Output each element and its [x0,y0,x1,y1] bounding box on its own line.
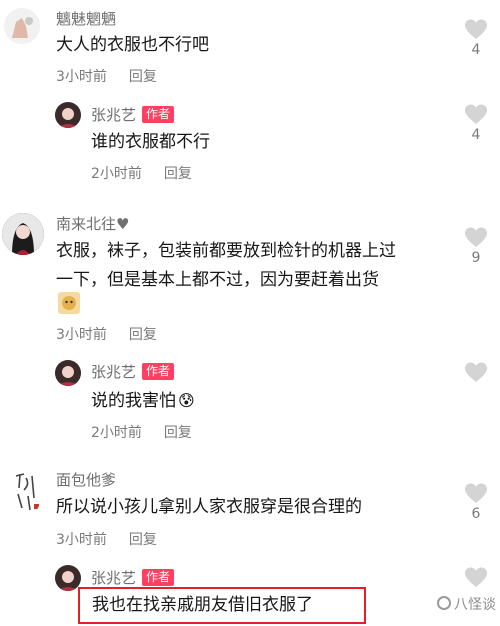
reply-button[interactable]: 回复 [164,425,192,441]
comment-text: 我也在找亲戚朋友借旧衣服了 [92,595,313,615]
sticker-image [58,292,80,314]
like-count: 9 [471,250,481,266]
comment-meta: 2小时前 回复 [91,163,192,183]
like-button[interactable]: 4 [460,18,492,60]
comment-text-content: 说的我害怕 [91,391,176,411]
author-badge: 作者 [142,106,175,123]
avatar[interactable] [55,360,81,386]
reply-button[interactable]: 回复 [164,166,192,182]
comment-time: 3小时前 [56,69,107,85]
comment-username[interactable]: 南来北往♥ [56,213,129,234]
comment-username: 张兆艺 作者 [91,104,175,125]
like-button[interactable]: 9 [460,226,492,268]
heart-icon [465,362,487,382]
like-count: 4 [471,127,481,143]
watermark-text: 八怪谈 [454,597,496,613]
heart-icon [465,104,487,124]
like-count [460,385,492,403]
author-badge: 作者 [142,569,175,586]
avatar[interactable] [10,468,42,516]
comment-time: 2小时前 [91,166,142,182]
watermark-icon [437,596,451,610]
comment-time: 2小时前 [91,425,142,441]
comment-username[interactable]: 面包他爹 [56,469,116,490]
comment-time: 3小时前 [56,532,107,548]
watermark: 八怪谈 [437,594,496,614]
like-button[interactable] [460,361,492,403]
like-count: 6 [471,506,481,522]
comment-text-line: 衣服，袜子，包装前都要放到检针的机器上过 [56,241,396,261]
like-button[interactable]: 6 [460,482,492,524]
comment-username[interactable]: 魑魅魍魉 [56,8,116,29]
comment-username: 张兆艺 作者 [91,361,175,382]
comment-text: 大人的衣服也不行吧 [56,35,209,55]
heart-icon [465,567,487,587]
heart-icon [465,483,487,503]
like-count: 4 [471,42,481,58]
comment-text: 所以说小孩儿拿别人家衣服穿是很合理的 [56,497,362,517]
comment-username: 张兆艺 作者 [91,567,175,588]
avatar[interactable] [2,213,44,255]
heart-icon [465,227,487,247]
reply-button[interactable]: 回复 [129,69,157,85]
highlighted-reply-box: 我也在找亲戚朋友借旧衣服了 [78,587,366,624]
comment-meta: 3小时前 回复 [56,66,157,86]
like-button[interactable]: 4 [460,103,492,145]
author-badge: 作者 [142,363,175,380]
comment-meta: 2小时前 回复 [91,422,192,442]
avatar[interactable] [55,102,81,128]
author-name[interactable]: 张兆艺 [91,363,136,381]
author-name[interactable]: 张兆艺 [91,569,136,587]
author-name[interactable]: 张兆艺 [91,106,136,124]
comment-meta: 3小时前 回复 [56,324,157,344]
comment-text: 说的我害怕 😰 [91,386,195,416]
heart-icon [465,19,487,39]
avatar[interactable] [4,8,40,44]
comment-text: 谁的衣服都不行 [91,132,210,152]
comment-text-line: 一下，但是基本上都不过，因为要赶着出货 [56,270,379,290]
reply-button[interactable]: 回复 [129,532,157,548]
fearful-emoji: 😰 [178,391,195,410]
comment-meta: 3小时前 回复 [56,529,157,549]
comment-time: 3小时前 [56,327,107,343]
reply-button[interactable]: 回复 [129,327,157,343]
